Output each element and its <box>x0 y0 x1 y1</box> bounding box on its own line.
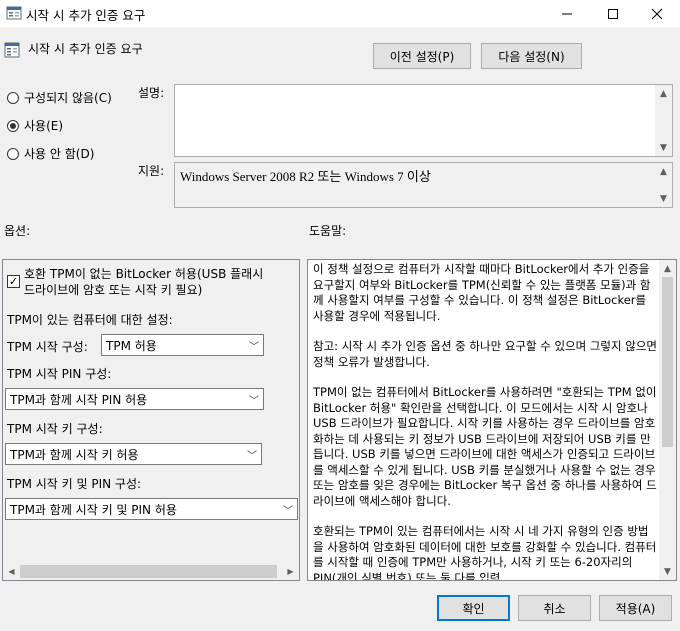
previous-setting-button[interactable]: 이전 설정(P) <box>373 43 471 69</box>
help-scrollbar[interactable]: ▲ ▼ <box>659 260 676 580</box>
tpm-key-pin-value: TPM과 함께 시작 키 및 PIN 허용 <box>10 502 177 517</box>
tpm-key-value: TPM과 함께 시작 키 허용 <box>10 447 139 462</box>
comment-textarea[interactable]: ▲ ▼ <box>174 84 673 157</box>
options-panel: ✓ 호환 TPM이 없는 BitLocker 허용(USB 플래시 드라이브에 … <box>2 259 300 581</box>
tpm-key-pin-select[interactable]: TPM과 함께 시작 키 및 PIN 허용 ﹀ <box>5 498 298 520</box>
supported-value: Windows Server 2008 R2 또는 Windows 7 이상 <box>180 169 431 184</box>
comment-label: 설명: <box>138 86 165 100</box>
scroll-right-icon[interactable]: ▶ <box>282 563 299 580</box>
options-horizontal-scrollbar[interactable]: ◀ ▶ <box>3 563 299 580</box>
tpm-pin-label: TPM 시작 PIN 구성: <box>7 367 112 381</box>
supported-textbox: Windows Server 2008 R2 또는 Windows 7 이상 ▲… <box>174 162 673 208</box>
radio-label: 사용 안 함(D) <box>24 147 95 161</box>
help-panel: 이 정책 설정으로 컴퓨터가 시작할 때마다 BitLocker에서 추가 인증… <box>307 259 677 581</box>
maximize-button[interactable] <box>590 0 636 27</box>
scroll-down-icon[interactable]: ▼ <box>655 190 672 207</box>
radio-enabled[interactable]: 사용(E) <box>7 117 63 134</box>
scrollbar-thumb[interactable] <box>20 565 277 578</box>
close-button[interactable] <box>634 0 680 27</box>
radio-button[interactable] <box>7 119 19 132</box>
tpm-key-pin-label: TPM 시작 키 및 PIN 구성: <box>7 477 142 491</box>
tpm-key-label: TPM 시작 키 구성: <box>7 422 103 436</box>
comment-scrollbar[interactable]: ▲ ▼ <box>655 85 672 156</box>
tpm-startup-label: TPM 시작 구성: <box>7 340 88 354</box>
help-paragraph: 호환되는 TPM이 있는 컴퓨터에서는 시작 시 네 가지 유형의 인증 방법을… <box>313 524 657 581</box>
supported-scrollbar[interactable]: ▲ ▼ <box>655 163 672 207</box>
allow-no-tpm-label-line2: 드라이브에 암호 또는 시작 키 필요) <box>24 283 203 297</box>
radio-label: 사용(E) <box>24 119 64 133</box>
minimize-button[interactable] <box>544 0 590 27</box>
help-text: 이 정책 설정으로 컴퓨터가 시작할 때마다 BitLocker에서 추가 인증… <box>313 262 658 581</box>
close-icon <box>651 8 663 19</box>
chevron-down-icon: ﹀ <box>247 451 257 462</box>
chevron-down-icon: ﹀ <box>283 506 293 517</box>
radio-not-configured[interactable]: 구성되지 않음(C) <box>7 89 112 106</box>
apply-button[interactable]: 적용(A) <box>599 595 672 621</box>
scrollbar-thumb[interactable] <box>662 277 673 447</box>
options-heading: 옵션: <box>4 224 31 238</box>
policy-title: 시작 시 추가 인증 요구 <box>28 42 143 56</box>
tpm-pin-select[interactable]: TPM과 함께 시작 PIN 허용 ﹀ <box>5 388 264 410</box>
chevron-down-icon: ﹀ <box>249 342 259 353</box>
help-heading: 도움말: <box>309 224 347 238</box>
radio-selected-dot <box>10 122 16 129</box>
supported-label: 지원: <box>138 164 165 178</box>
tpm-settings-label: TPM이 있는 컴퓨터에 대한 설정: <box>7 313 173 327</box>
scroll-up-icon[interactable]: ▲ <box>659 260 676 277</box>
help-paragraph: 참고: 시작 시 추가 인증 옵션 중 하나만 요구할 수 있으며 그렇지 않으… <box>313 339 657 369</box>
tpm-key-select[interactable]: TPM과 함께 시작 키 허용 ﹀ <box>5 443 262 465</box>
ok-button[interactable]: 확인 <box>437 595 510 621</box>
window-title: 시작 시 추가 인증 요구 <box>26 8 146 23</box>
tpm-startup-select[interactable]: TPM 허용 ﹀ <box>101 334 264 356</box>
allow-no-tpm-checkbox[interactable]: ✓ <box>7 275 20 288</box>
scroll-up-icon[interactable]: ▲ <box>655 85 672 102</box>
tpm-pin-value: TPM과 함께 시작 PIN 허용 <box>10 392 148 407</box>
radio-button[interactable] <box>7 91 19 104</box>
tpm-startup-value: TPM 허용 <box>106 338 157 353</box>
scroll-left-icon[interactable]: ◀ <box>3 563 20 580</box>
scroll-up-icon[interactable]: ▲ <box>655 163 672 180</box>
maximize-icon <box>608 8 618 19</box>
radio-button[interactable] <box>7 147 19 160</box>
title-bar: 시작 시 추가 인증 요구 <box>0 0 680 27</box>
allow-no-tpm-label-line1: 호환 TPM이 없는 BitLocker 허용(USB 플래시 <box>24 267 264 281</box>
policy-setting-icon <box>4 42 20 58</box>
next-setting-button[interactable]: 다음 설정(N) <box>481 43 582 69</box>
help-paragraph: 이 정책 설정으로 컴퓨터가 시작할 때마다 BitLocker에서 추가 인증… <box>313 262 651 323</box>
minimize-icon <box>562 13 572 14</box>
help-paragraph: TPM이 없는 컴퓨터에서 BitLocker를 사용하려면 "호환되는 TPM… <box>313 385 657 508</box>
scroll-down-icon[interactable]: ▼ <box>655 139 672 156</box>
checkmark-icon: ✓ <box>8 275 19 288</box>
chevron-down-icon: ﹀ <box>249 396 259 407</box>
radio-label: 구성되지 않음(C) <box>24 91 112 105</box>
radio-disabled[interactable]: 사용 안 함(D) <box>7 145 94 162</box>
policy-setting-icon <box>6 6 22 20</box>
cancel-button[interactable]: 취소 <box>518 595 591 621</box>
scroll-down-icon[interactable]: ▼ <box>659 563 676 580</box>
